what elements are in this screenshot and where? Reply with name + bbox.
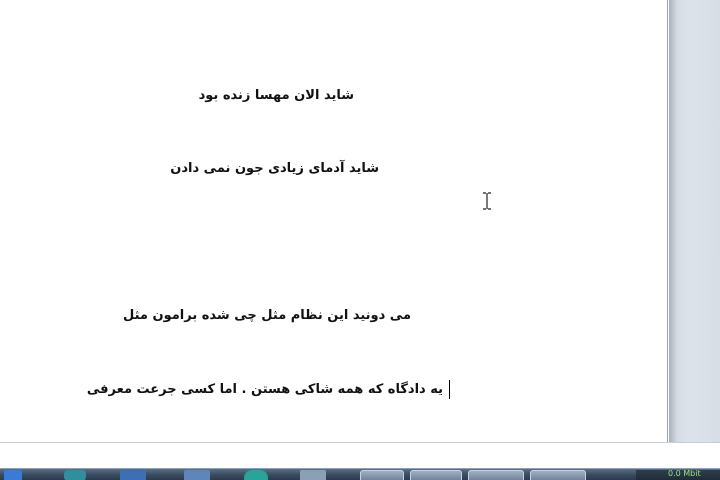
document-line-1[interactable]: شاید الان مهسا زنده بود (199, 88, 354, 104)
taskbar-button-2[interactable] (410, 470, 462, 480)
page-gutter (669, 0, 720, 442)
i-beam-cursor-icon (483, 192, 491, 210)
network-speed-readout: 0.0 Mbit (668, 469, 701, 478)
taskbar-app-icon-1[interactable] (4, 470, 22, 480)
taskbar-button-4[interactable] (530, 470, 586, 480)
taskbar-app-icon-5[interactable] (244, 470, 268, 480)
document-bottom-area (0, 442, 720, 468)
document-line-2[interactable]: شاید آدمای زیادی جون نمی دادن (170, 161, 379, 177)
taskbar-app-icon-2[interactable] (64, 470, 86, 480)
text-caret-icon (449, 380, 450, 399)
taskbar-button-1[interactable] (360, 470, 404, 480)
document-page[interactable]: شاید الان مهسا زنده بود شاید آدمای زیادی… (0, 0, 668, 442)
taskbar-app-icon-3[interactable] (120, 470, 146, 480)
taskbar-app-icon-6[interactable] (300, 470, 326, 480)
gutter-shadow (669, 0, 677, 442)
document-line-3[interactable]: می دونید این نظام مثل چی شده برامون مثل (123, 308, 411, 324)
taskbar: 0.0 Mbit (0, 468, 720, 480)
screen: شاید الان مهسا زنده بود شاید آدمای زیادی… (0, 0, 720, 480)
taskbar-button-3[interactable] (468, 470, 524, 480)
taskbar-app-icon-4[interactable] (184, 470, 210, 480)
document-line-4[interactable]: یه دادگاه که همه شاکی هستن . اما کسی جرع… (87, 382, 443, 398)
